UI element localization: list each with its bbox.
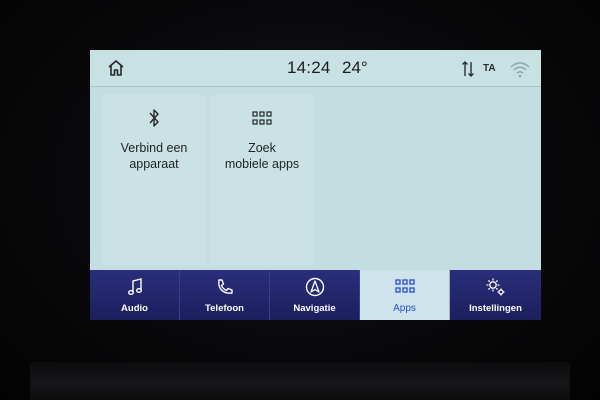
nav-item-navigatie[interactable]: Navigatie [270,270,360,320]
phone-icon [217,279,233,294]
find-mobile-apps-tile[interactable]: Zoek mobiele apps [210,95,314,265]
bezel-reflection [30,362,570,400]
bluetooth-icon [149,109,159,127]
connect-device-label: Verbind een apparaat [120,141,188,171]
apps-grid-icon [252,111,272,125]
nav-label: Telefoon [205,303,244,314]
outside-temperature: 24° [342,58,368,77]
gear-icon [486,278,504,296]
apps-grid-icon [394,279,415,293]
connect-device-tile[interactable]: Verbind een apparaat [102,95,206,265]
apps-content-area: Verbind een apparaat Zoek mobiele apps [90,87,541,270]
clock: 14:24 [287,58,331,77]
nav-item-audio[interactable]: Audio [90,270,180,320]
bottom-navigation: Audio Telefoon Navigatie Apps Instelling… [90,270,541,320]
nav-label: Instellingen [469,303,522,314]
home-icon [108,60,124,76]
nav-item-apps[interactable]: Apps [360,270,450,320]
traffic-announcement-indicator: TA [483,63,496,74]
home-button[interactable] [106,58,126,78]
navigation-icon [305,277,324,297]
nav-item-instellingen[interactable]: Instellingen [450,270,541,320]
sync-arrows-icon [462,61,474,77]
wifi-icon [510,62,530,78]
nav-label: Apps [393,303,416,314]
infotainment-screen: 14:24 24° TA Verbind een apparaat Zoek m… [90,50,541,320]
find-mobile-apps-label: Zoek mobiele apps [224,141,300,171]
nav-label: Navigatie [293,303,336,314]
nav-item-telefoon[interactable]: Telefoon [180,270,270,320]
nav-label: Audio [121,303,148,314]
music-note-icon [127,278,142,295]
status-bar: 14:24 24° TA [90,50,541,87]
